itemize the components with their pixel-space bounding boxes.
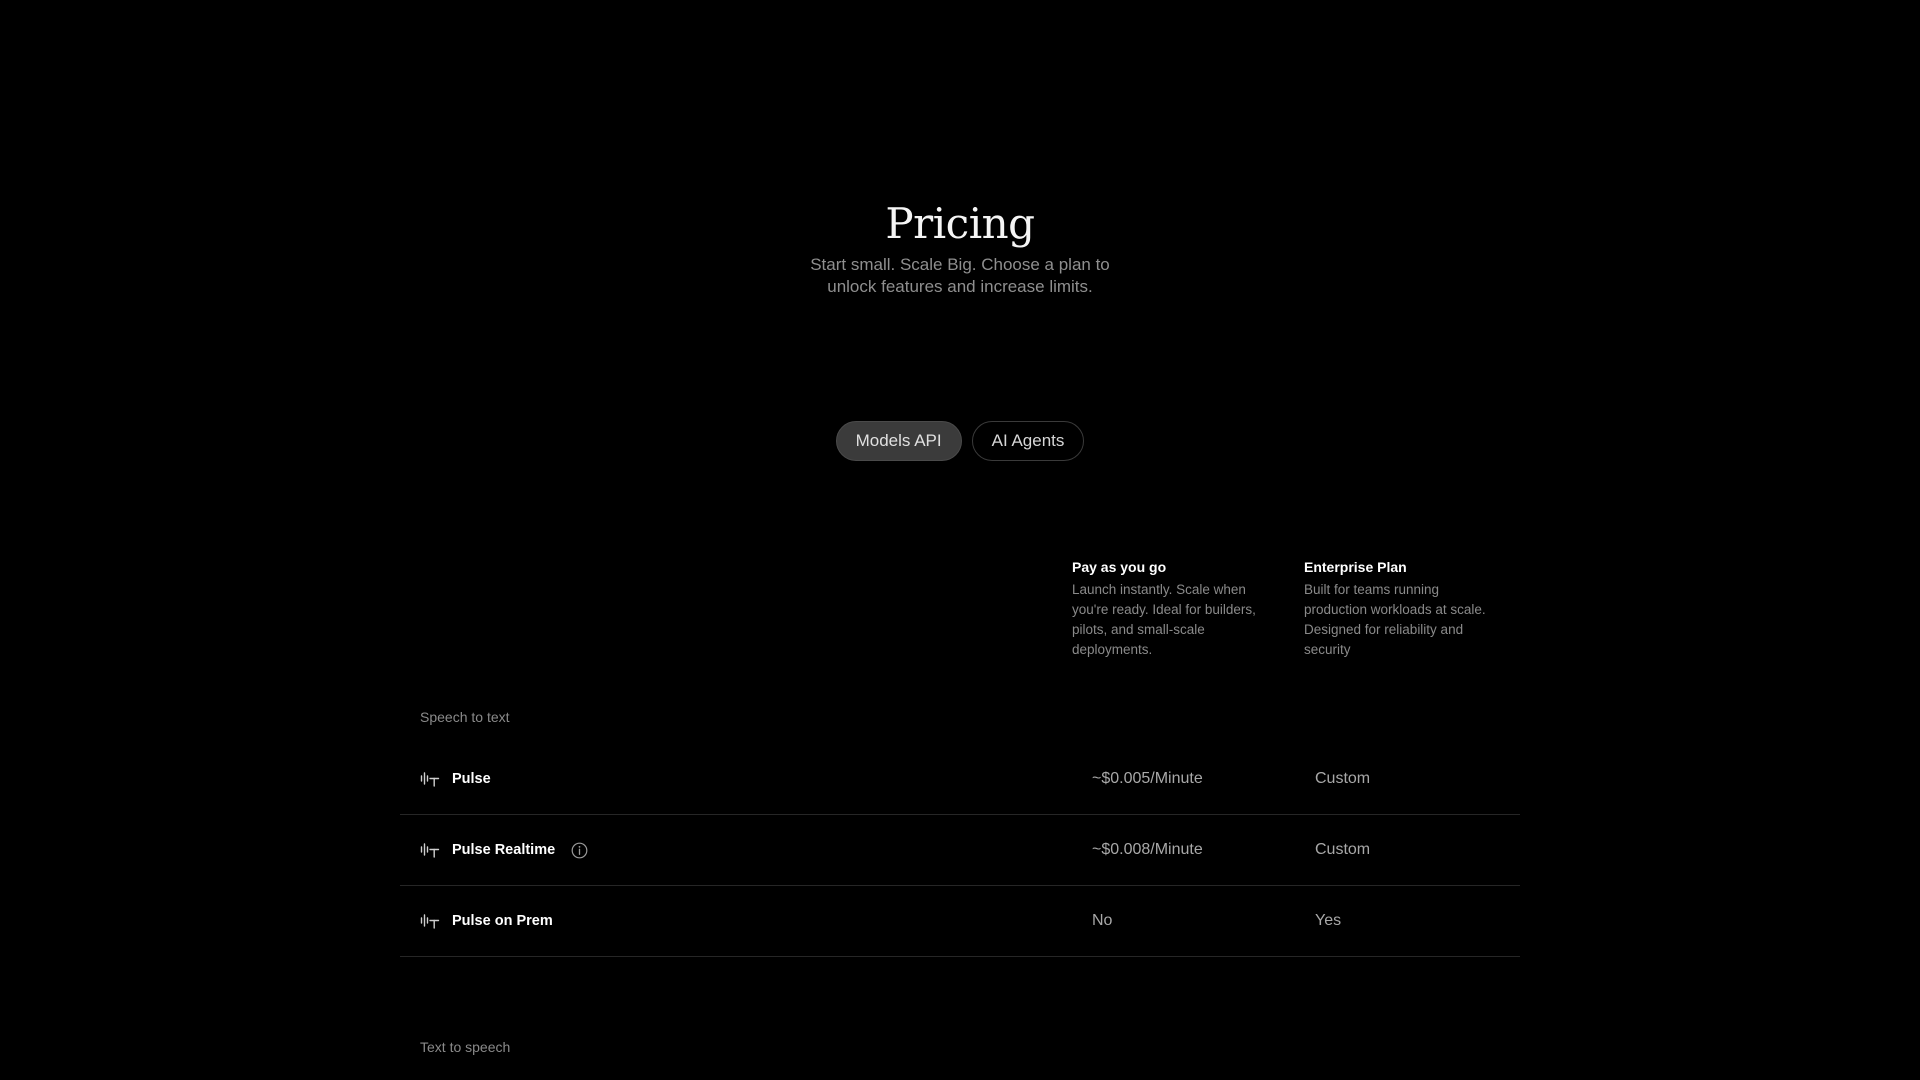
price-enterprise: Yes [1315, 912, 1342, 929]
waveform-text-icon [420, 772, 440, 787]
plan-enterprise: Enterprise Plan Built for teams running … [1304, 558, 1502, 660]
hero: Pricing Start small. Scale Big. Choose a… [0, 198, 1920, 298]
page-subtitle: Start small. Scale Big. Choose a plan to… [810, 255, 1110, 296]
tab-models-api[interactable]: Models API [835, 421, 962, 461]
price-enterprise: Custom [1315, 770, 1371, 787]
plan-name: Pay as you go [1072, 559, 1167, 575]
price-pay-as-you-go: ~$0.005/Minute [1092, 770, 1203, 787]
model-name: Pulse Realtime [452, 842, 556, 858]
table-row: Pulse ~$0.005/Minute Custom [400, 744, 1520, 815]
plan-headers: Pay as you go Launch instantly. Scale wh… [1072, 558, 1502, 660]
model-name: Pulse [452, 771, 491, 787]
pricing-page: Pricing Start small. Scale Big. Choose a… [0, 0, 1920, 1080]
speech-to-text-table: Pulse ~$0.005/Minute Custom Pulse Realti… [400, 744, 1520, 957]
price-enterprise: Custom [1315, 841, 1371, 858]
table-row: Pulse Realtime ~$0.008/Minute Custom [400, 815, 1520, 886]
plan-name: Enterprise Plan [1304, 559, 1407, 575]
model-cell: Pulse Realtime [420, 842, 588, 859]
model-cell: Pulse on Prem [420, 913, 553, 929]
plan-pay-as-you-go: Pay as you go Launch instantly. Scale wh… [1072, 558, 1270, 660]
waveform-text-icon [420, 914, 440, 929]
section-label-text-to-speech: Text to speech [420, 1039, 511, 1055]
price-pay-as-you-go: No [1092, 912, 1113, 929]
waveform-text-icon [420, 843, 440, 858]
tab-ai-agents[interactable]: AI Agents [971, 421, 1085, 461]
table-row: Pulse on Prem No Yes [400, 886, 1520, 957]
plan-description: Built for teams running production workl… [1304, 582, 1486, 657]
model-cell: Pulse [420, 771, 491, 787]
section-label-speech-to-text: Speech to text [420, 709, 510, 725]
price-pay-as-you-go: ~$0.008/Minute [1092, 841, 1203, 858]
page-title: Pricing [885, 199, 1035, 248]
plan-description: Launch instantly. Scale when you're read… [1072, 582, 1256, 657]
info-icon[interactable] [571, 842, 588, 859]
product-tabs: Models API AI Agents [0, 421, 1920, 461]
model-name: Pulse on Prem [452, 913, 553, 929]
